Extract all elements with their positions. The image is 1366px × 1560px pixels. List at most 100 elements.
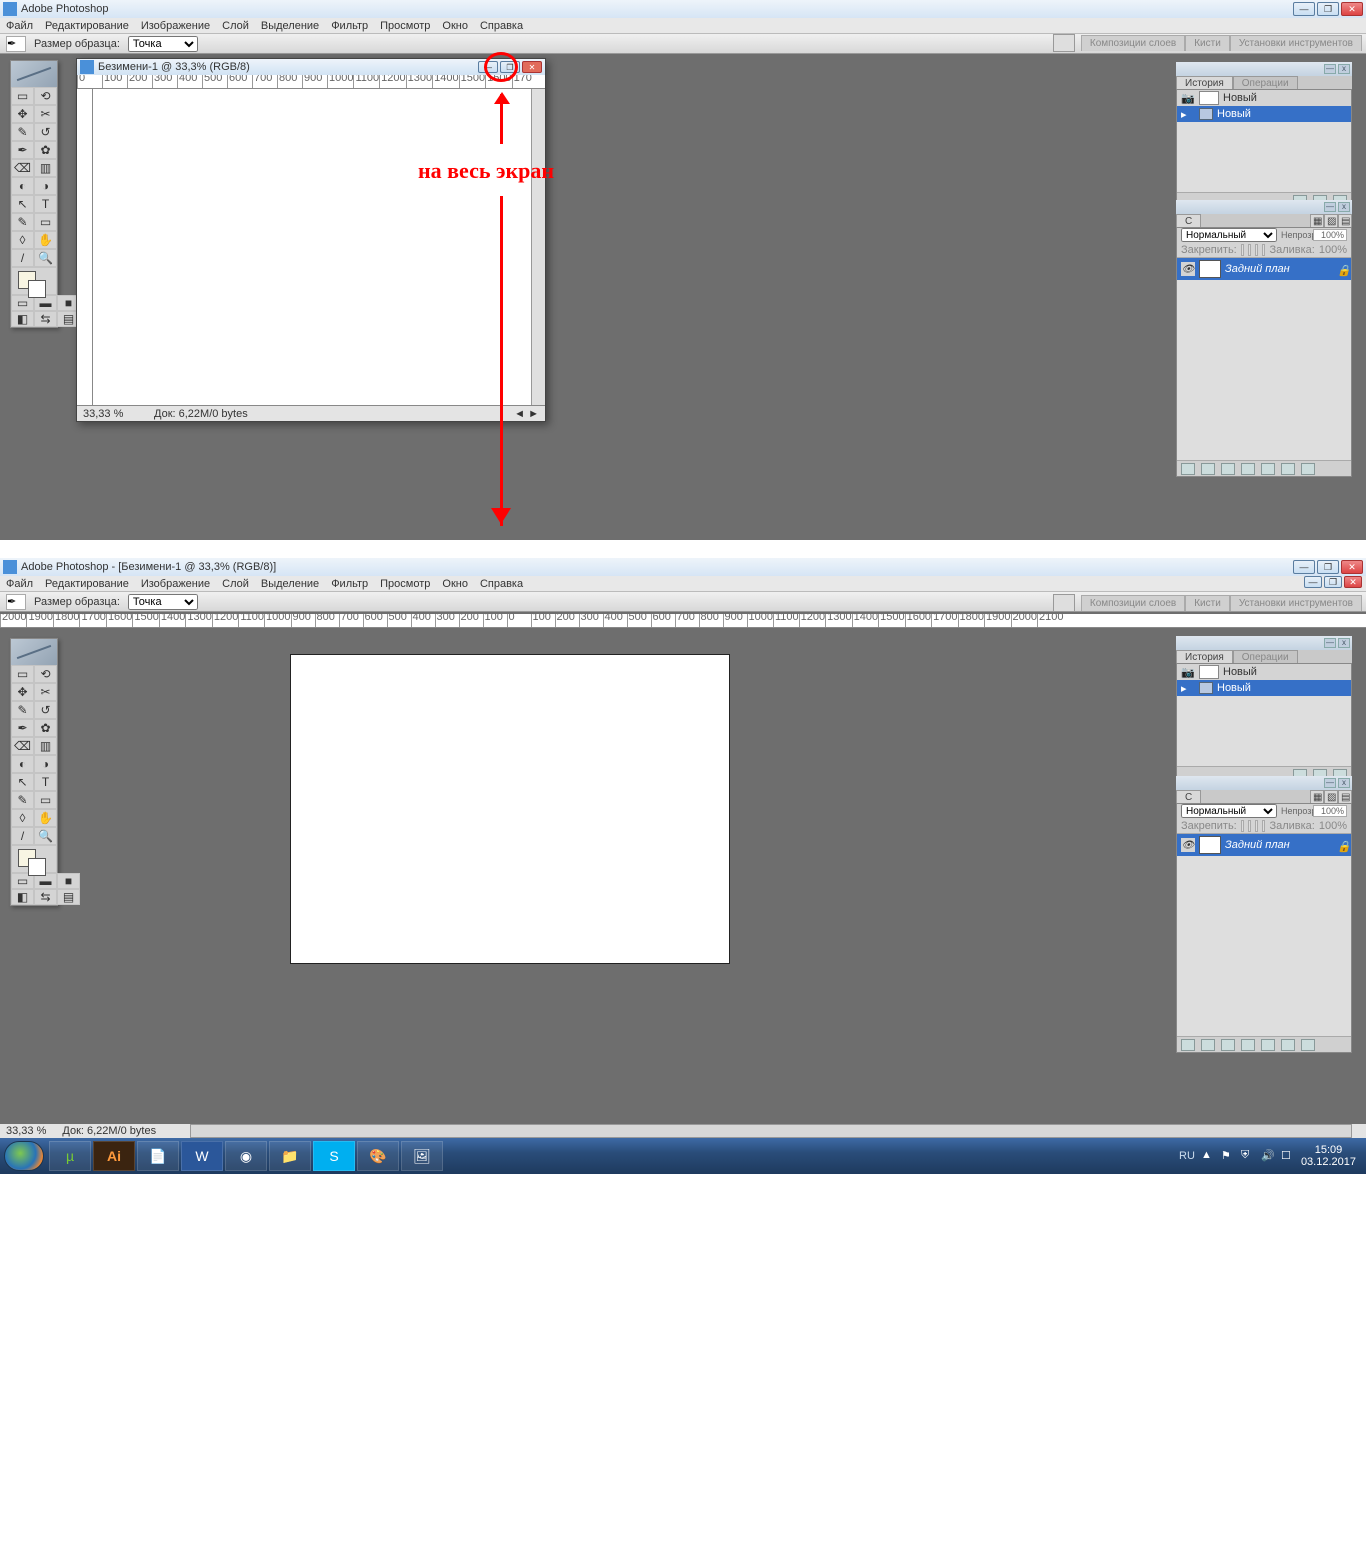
zoom-field-2[interactable]: 33,33 % [6,1125,46,1137]
background-swatch-2[interactable] [28,858,46,876]
well-tab-comp-2[interactable]: Композиции слоев [1081,595,1185,611]
quickmask-icon-2[interactable]: ◧ [11,889,34,905]
layers-opt1-2[interactable]: ▦ [1310,790,1324,803]
tray-action-center-icon[interactable]: ⚑ [1221,1149,1235,1163]
layer-row-2[interactable]: 👁 Задний план 🔒 [1177,834,1351,856]
layers-opt3-icon[interactable]: ▤ [1338,214,1352,227]
tool-slice[interactable]: ↺ [34,701,57,719]
tool-path[interactable]: ✎ [11,791,34,809]
tool-history-brush[interactable]: ▥ [34,737,57,755]
fill-value-2[interactable]: 100% [1319,820,1347,832]
doc-close-button[interactable]: ✕ [522,61,542,73]
taskbar-photoshop-icon[interactable]: 🖼 [401,1141,443,1171]
well-tab-brushes[interactable]: Кисти [1185,35,1230,51]
tool-eyedropper[interactable]: 🔍 [34,827,57,845]
menu-выделение[interactable]: Выделение [261,578,319,590]
layers-opt2-icon[interactable]: ▨ [1324,214,1338,227]
link-icon-2[interactable] [1181,1039,1195,1051]
tool-lasso[interactable]: ✥ [11,683,34,701]
menu-фильтр[interactable]: Фильтр [331,20,368,32]
adjust-icon[interactable] [1241,463,1255,475]
trash-icon-2[interactable] [1301,1039,1315,1051]
layers-min-icon[interactable]: — [1324,202,1336,212]
layers-min-2[interactable]: — [1324,778,1336,788]
lock-all-icon[interactable] [1262,244,1265,256]
tool-notes[interactable]: / [11,249,34,267]
taskbar-skype-icon[interactable]: S [313,1141,355,1171]
panel-min-icon[interactable]: — [1324,64,1336,74]
menu-изображение[interactable]: Изображение [141,578,210,590]
menu-окно[interactable]: Окно [442,20,468,32]
tool-magicwand[interactable]: ✂ [34,105,57,123]
group-icon-2[interactable] [1261,1039,1275,1051]
tool-type[interactable]: ▭ [34,213,57,231]
fill-value[interactable]: 100% [1319,244,1347,256]
tool-blur[interactable]: ↖ [11,195,34,213]
zoom-field[interactable]: 33,33 % [83,408,138,420]
jump-icon[interactable]: ⇆ [34,311,57,327]
color-swatches[interactable] [11,267,57,295]
opacity-value[interactable]: 100% [1313,229,1347,241]
fx-icon-2[interactable] [1201,1039,1215,1051]
layers-opt2-2[interactable]: ▨ [1324,790,1338,803]
mdi-restore-icon[interactable]: ❐ [1324,576,1342,588]
tool-history-brush[interactable]: ▥ [34,159,57,177]
fx-icon[interactable] [1201,463,1215,475]
menu-файл[interactable]: Файл [6,578,33,590]
trash-icon[interactable] [1301,463,1315,475]
layers-opt1-icon[interactable]: ▦ [1310,214,1324,227]
taskbar-word-icon[interactable]: W [181,1141,223,1171]
layer-row[interactable]: 👁 Задний план 🔒 [1177,258,1351,280]
layers-opt3-2[interactable]: ▤ [1338,790,1352,803]
scrollbar-vertical[interactable] [531,89,545,405]
taskbar-explorer-icon[interactable]: 📁 [269,1141,311,1171]
lock-all-2[interactable] [1262,820,1265,832]
menu-редактирование[interactable]: Редактирование [45,578,129,590]
tool-pen[interactable]: ◊ [11,231,34,249]
well-icon[interactable] [1053,34,1075,52]
mask-icon[interactable] [1221,463,1235,475]
tray-flag-icon[interactable]: ▲ [1201,1149,1215,1163]
history-root[interactable]: 📷 Новый [1177,90,1351,106]
tool-shape[interactable]: ✋ [34,809,57,827]
scrollbar-horizontal-2[interactable] [190,1124,1352,1138]
quickmask-icon[interactable]: ◧ [11,311,34,327]
tool-type[interactable]: ▭ [34,791,57,809]
minimize-button[interactable]: — [1293,2,1315,16]
scrollbar-horizontal[interactable]: ◄ ► [514,408,539,420]
menu-фильтр[interactable]: Фильтр [331,578,368,590]
well-tab-brush-2[interactable]: Кисти [1185,595,1230,611]
tool-healing[interactable]: ✒ [11,719,34,737]
taskbar-utorrent-icon[interactable]: µ [49,1141,91,1171]
panel-close-2[interactable]: x [1338,638,1350,648]
layers-close-2[interactable]: x [1338,778,1350,788]
tool-shape[interactable]: ✋ [34,231,57,249]
tool-move[interactable]: ⟲ [34,665,57,683]
minimize-button-2[interactable]: — [1293,560,1315,574]
layer-visibility-icon[interactable]: 👁 [1181,262,1195,276]
link-icon[interactable] [1181,463,1195,475]
language-indicator[interactable]: RU [1179,1150,1195,1162]
snapshot-icon[interactable]: 📷 [1181,92,1195,104]
tray-sound-icon[interactable]: 🔊 [1261,1149,1275,1163]
tool-crop[interactable]: ✎ [11,701,34,719]
menu-слой[interactable]: Слой [222,20,249,32]
menu-просмотр[interactable]: Просмотр [380,20,430,32]
tray-app-icon[interactable]: ☐ [1281,1149,1295,1163]
taskbar-illustrator-icon[interactable]: Ai [93,1141,135,1171]
tool-move[interactable]: ⟲ [34,87,57,105]
newlayer-icon-2[interactable] [1281,1039,1295,1051]
tool-preset-icon[interactable]: ✒ [6,36,26,52]
tool-magicwand[interactable]: ✂ [34,683,57,701]
tool-brush[interactable]: ✿ [34,141,57,159]
mask-icon-2[interactable] [1221,1039,1235,1051]
blend-mode-select[interactable]: Нормальный [1181,228,1277,242]
layers-tab-2[interactable]: С [1176,790,1201,803]
tool-lasso[interactable]: ✥ [11,105,34,123]
history-root-2[interactable]: 📷 Новый [1177,664,1351,680]
history-tab-2[interactable]: История [1176,650,1233,663]
tool-stamp[interactable]: ⌫ [11,737,34,755]
imgready-icon-2[interactable]: ▤ [57,889,80,905]
actions-tab[interactable]: Операции [1233,76,1298,89]
tool-dodge[interactable]: T [34,773,57,791]
